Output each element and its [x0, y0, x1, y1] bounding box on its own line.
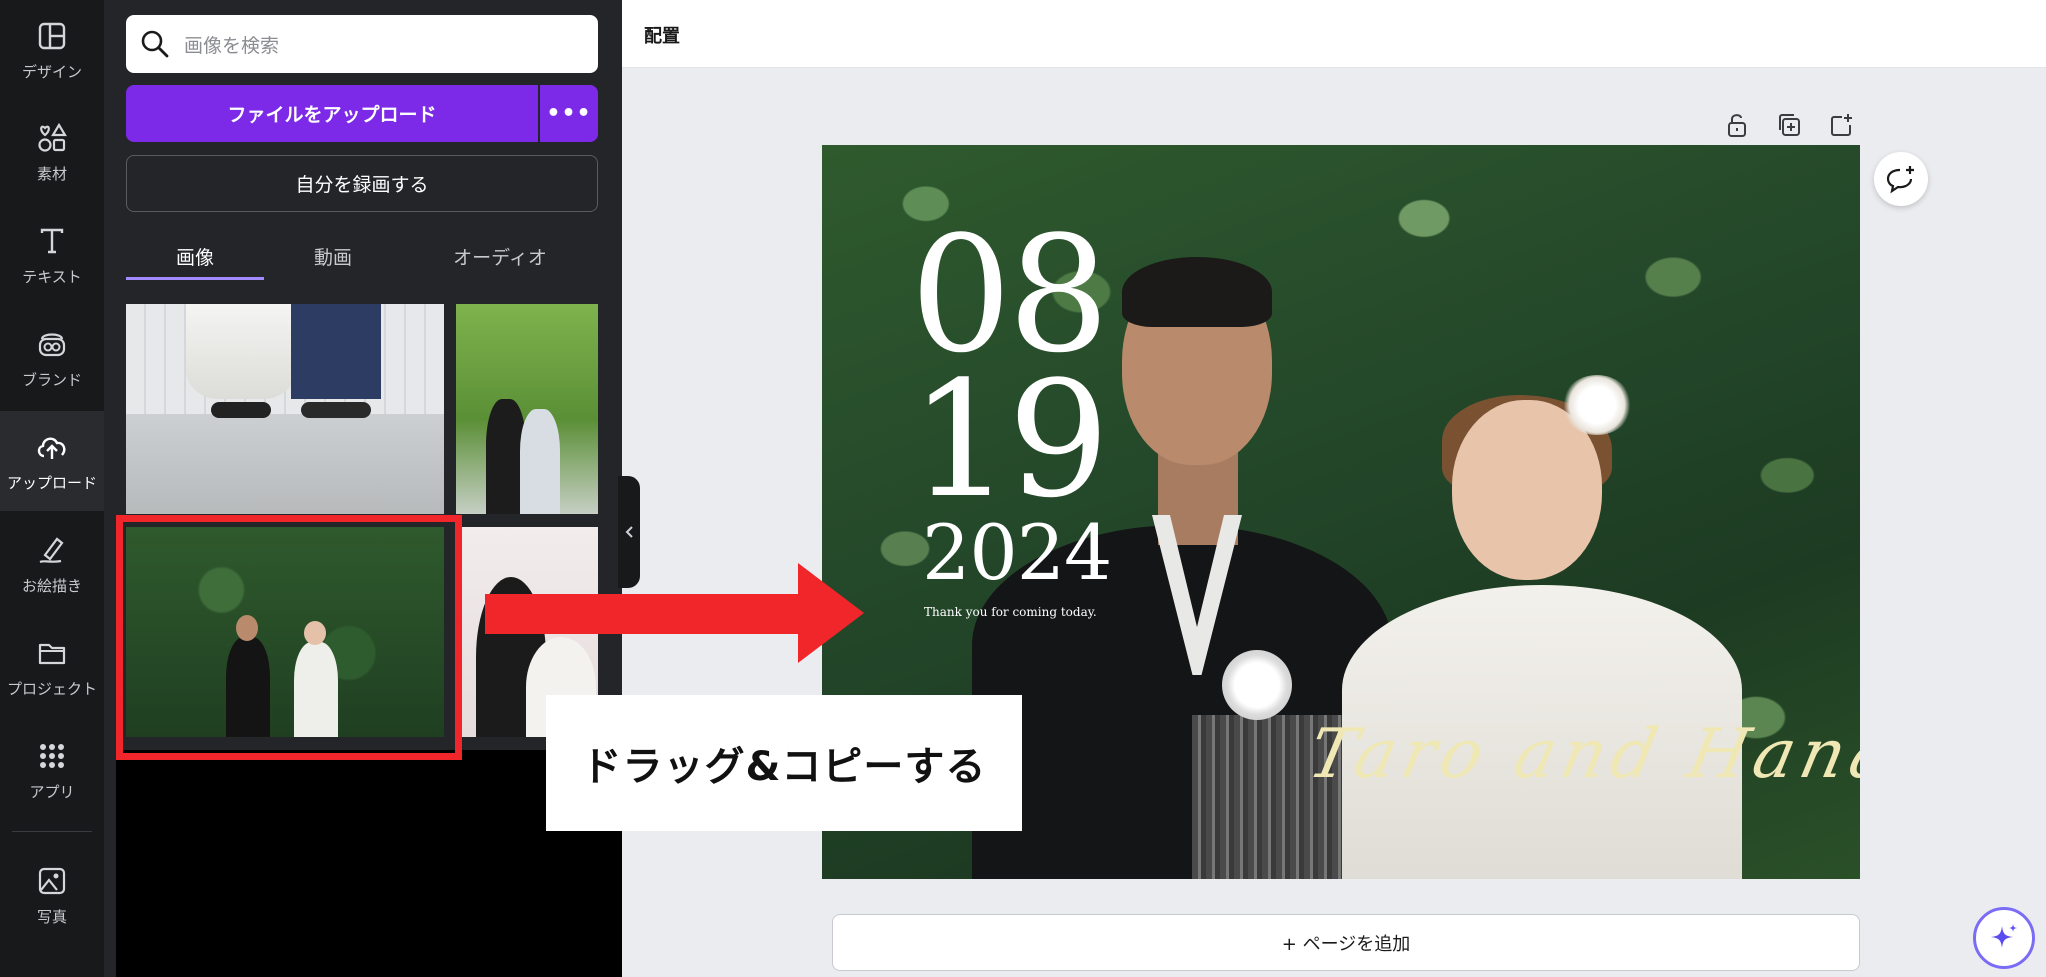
- rail-item-design[interactable]: デザイン: [0, 0, 104, 100]
- tab-videos[interactable]: 動画: [264, 236, 402, 276]
- left-nav-rail: デザイン 素材 テキスト ブランド アップロード お絵描き プロジェクト アプリ…: [0, 0, 104, 977]
- rail-item-draw[interactable]: お絵描き: [0, 514, 104, 614]
- rail-item-photos[interactable]: 写真: [0, 845, 104, 945]
- add-page-button[interactable]: + ページを追加: [832, 914, 1860, 971]
- search-icon: [141, 30, 169, 58]
- add-page-icon[interactable]: [1826, 110, 1856, 140]
- photo-groom-haori-himo: [1222, 650, 1292, 720]
- rail-item-elements[interactable]: 素材: [0, 102, 104, 202]
- photo-groom-hair: [1122, 257, 1272, 327]
- rail-item-label: デザイン: [21, 62, 82, 81]
- apps-grid-icon: [35, 739, 69, 773]
- rail-item-projects[interactable]: プロジェクト: [0, 617, 104, 717]
- thank-you-text[interactable]: Thank you for coming today.: [924, 605, 1097, 619]
- rail-item-label: ブランド: [21, 370, 82, 389]
- shoes-graphic: [301, 402, 371, 418]
- upload-files-button[interactable]: ファイルをアップロード: [126, 85, 538, 142]
- rail-item-label: テキスト: [22, 267, 82, 286]
- uploads-panel: 画像を検索 ファイルをアップロード ••• 自分を録画する 画像 動画 オーディ…: [104, 0, 622, 977]
- comment-add-icon: [1886, 166, 1914, 194]
- rail-item-uploads[interactable]: アップロード: [0, 411, 104, 511]
- lock-icon[interactable]: [1722, 110, 1752, 140]
- cloud-upload-icon: [35, 430, 69, 464]
- page-toolbar: [1722, 110, 1856, 140]
- active-tab-indicator: [126, 277, 264, 280]
- shoes-graphic: [211, 402, 271, 418]
- trousers-graphic: [291, 304, 381, 399]
- rail-item-label: アプリ: [29, 782, 75, 801]
- image-search-field[interactable]: 画像を検索: [126, 15, 598, 73]
- text-icon: [35, 224, 69, 258]
- search-placeholder: 画像を検索: [184, 34, 280, 57]
- drag-source-highlight: [116, 515, 462, 760]
- rail-item-label: 素材: [36, 164, 67, 183]
- photo-bride-hair-ornament: [1562, 375, 1632, 435]
- sparkle-icon: [1991, 924, 2017, 948]
- folder-icon: [35, 636, 69, 670]
- rail-item-label: アップロード: [6, 473, 97, 492]
- date-day-text[interactable]: 19: [910, 360, 1110, 520]
- tab-audio[interactable]: オーディオ: [402, 236, 598, 276]
- position-menu[interactable]: 配置: [644, 22, 680, 48]
- panel-edge: [104, 750, 116, 977]
- drag-arrow-head: [798, 563, 864, 663]
- record-yourself-button[interactable]: 自分を録画する: [126, 155, 598, 212]
- dress-graphic: [186, 304, 296, 399]
- brand-icon: [35, 327, 69, 361]
- photo-icon: [35, 864, 69, 898]
- layout-icon: [35, 19, 69, 53]
- upload-thumbnail-feet[interactable]: [126, 304, 444, 514]
- tab-images[interactable]: 画像: [126, 236, 264, 276]
- rail-divider: [12, 831, 92, 832]
- figure-graphic: [520, 409, 560, 514]
- rail-item-label: プロジェクト: [6, 679, 97, 698]
- upload-more-options-button[interactable]: •••: [540, 85, 598, 142]
- pen-icon: [35, 533, 69, 567]
- couple-names-text[interactable]: Taro and Hana: [1302, 715, 1860, 794]
- collapse-panel-button[interactable]: [618, 476, 640, 588]
- upload-thumbnail-couple-park[interactable]: [456, 304, 598, 514]
- editor-topbar: 配置: [622, 0, 2046, 68]
- duplicate-page-icon[interactable]: [1774, 110, 1804, 140]
- drag-arrow: [485, 594, 800, 634]
- rail-item-brand[interactable]: ブランド: [0, 308, 104, 408]
- chevron-left-icon: [625, 526, 633, 538]
- date-year-text[interactable]: 2024: [922, 515, 1112, 591]
- rail-item-label: 写真: [36, 907, 67, 926]
- rail-item-label: お絵描き: [21, 576, 82, 595]
- panel-empty-area: [104, 750, 622, 977]
- rail-item-text[interactable]: テキスト: [0, 205, 104, 305]
- magic-assistant-button[interactable]: [1973, 907, 2035, 969]
- rail-item-apps[interactable]: アプリ: [0, 720, 104, 820]
- instruction-callout: ドラッグ&コピーする: [546, 695, 1022, 831]
- add-comment-button[interactable]: [1874, 152, 1928, 206]
- shapes-icon: [35, 121, 69, 155]
